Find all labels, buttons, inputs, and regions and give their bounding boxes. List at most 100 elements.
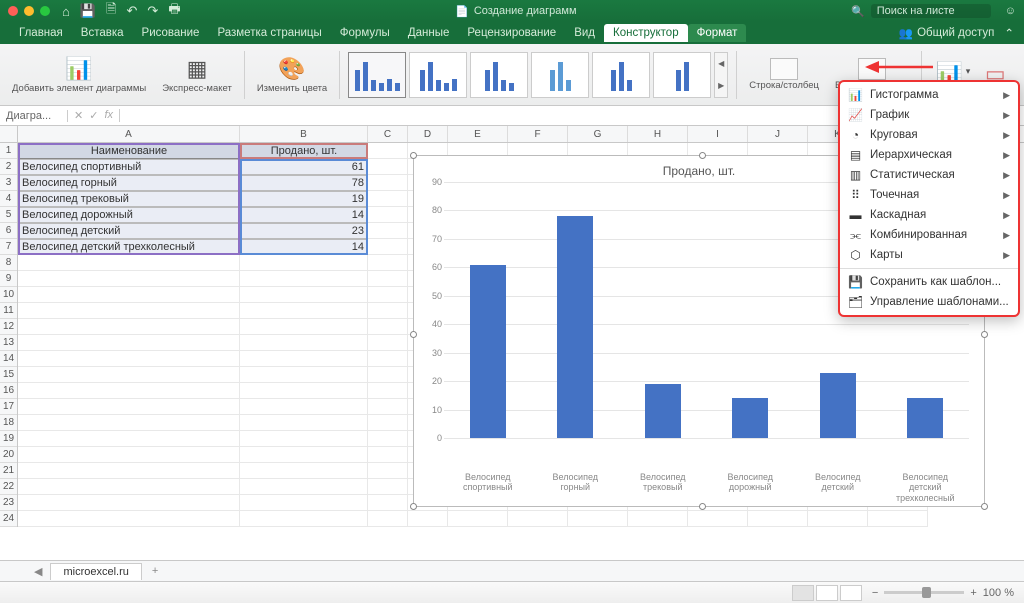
save-as-template[interactable]: 💾 Сохранить как шаблон...	[840, 272, 1018, 292]
cell-B7[interactable]: 14	[240, 239, 368, 255]
cell-B14[interactable]	[240, 351, 368, 367]
cell-B3[interactable]: 78	[240, 175, 368, 191]
chart-style-4[interactable]	[531, 52, 589, 98]
print2-icon[interactable]: 🖶	[168, 0, 180, 22]
cell-C12[interactable]	[368, 319, 408, 335]
row-header-6[interactable]: 6	[0, 223, 17, 239]
print-icon[interactable]: 🗎	[106, 0, 116, 22]
cell-A3[interactable]: Велосипед горный	[18, 175, 240, 191]
col-header-E[interactable]: E	[448, 126, 508, 142]
cell-B2[interactable]: 61	[240, 159, 368, 175]
col-header-H[interactable]: H	[628, 126, 688, 142]
view-page-break[interactable]	[840, 585, 862, 601]
resize-handle[interactable]	[410, 152, 417, 159]
col-header-F[interactable]: F	[508, 126, 568, 142]
menu-tab-Данные[interactable]: Данные	[399, 24, 459, 42]
row-header-24[interactable]: 24	[0, 511, 17, 527]
row-header-4[interactable]: 4	[0, 191, 17, 207]
chart-bar-1[interactable]	[557, 216, 593, 438]
row-header-21[interactable]: 21	[0, 463, 17, 479]
undo-icon[interactable]: ↶	[127, 3, 138, 19]
chart-type-Гистограмма[interactable]: 📊Гистограмма▶	[840, 85, 1018, 105]
style-gallery-nav[interactable]: ◀▶	[714, 52, 728, 98]
row-header-8[interactable]: 8	[0, 255, 17, 271]
col-header-G[interactable]: G	[568, 126, 628, 142]
cell-C7[interactable]	[368, 239, 408, 255]
cell-K24[interactable]	[808, 511, 868, 527]
cell-B9[interactable]	[240, 271, 368, 287]
cell-A16[interactable]	[18, 383, 240, 399]
cell-A23[interactable]	[18, 495, 240, 511]
cell-B1[interactable]: Продано, шт.	[240, 143, 368, 159]
cell-C9[interactable]	[368, 271, 408, 287]
close-window[interactable]	[8, 6, 18, 16]
cell-H24[interactable]	[628, 511, 688, 527]
maximize-window[interactable]	[40, 6, 50, 16]
redo-icon[interactable]: ↷	[147, 3, 158, 19]
menu-tab-Конструктор[interactable]: Конструктор	[604, 24, 688, 42]
cell-F24[interactable]	[508, 511, 568, 527]
cell-B5[interactable]: 14	[240, 207, 368, 223]
change-colors-button[interactable]: 🎨 Изменить цвета	[253, 55, 331, 94]
cell-A2[interactable]: Велосипед спортивный	[18, 159, 240, 175]
cell-L24[interactable]	[868, 511, 928, 527]
fx-icon[interactable]: fx	[104, 109, 113, 122]
sheet-nav-prev-icon[interactable]: ◀	[34, 565, 42, 578]
cell-B8[interactable]	[240, 255, 368, 271]
cell-C6[interactable]	[368, 223, 408, 239]
menu-tab-Формулы[interactable]: Формулы	[331, 24, 399, 42]
row-header-16[interactable]: 16	[0, 383, 17, 399]
view-page-layout[interactable]	[816, 585, 838, 601]
quick-layout-button[interactable]: ▦ Экспресс-макет	[158, 55, 236, 94]
row-header-1[interactable]: 1	[0, 143, 17, 159]
resize-handle[interactable]	[410, 331, 417, 338]
cell-E24[interactable]	[448, 511, 508, 527]
resize-handle[interactable]	[981, 331, 988, 338]
cell-C20[interactable]	[368, 447, 408, 463]
add-sheet-button[interactable]: +	[142, 563, 168, 579]
user-avatar-icon[interactable]: ☺	[1005, 5, 1016, 17]
cell-C17[interactable]	[368, 399, 408, 415]
cell-J24[interactable]	[748, 511, 808, 527]
menu-tab-Вставка[interactable]: Вставка	[72, 24, 133, 42]
menu-tab-Рисование[interactable]: Рисование	[133, 24, 209, 42]
minimize-window[interactable]	[24, 6, 34, 16]
cell-B22[interactable]	[240, 479, 368, 495]
cell-A24[interactable]	[18, 511, 240, 527]
row-header-5[interactable]: 5	[0, 207, 17, 223]
cell-A9[interactable]	[18, 271, 240, 287]
zoom-thumb[interactable]	[922, 587, 931, 598]
chart-type-График[interactable]: 📈График▶	[840, 105, 1018, 125]
chart-style-6[interactable]	[653, 52, 711, 98]
col-header-D[interactable]: D	[408, 126, 448, 142]
add-chart-element-button[interactable]: 📊 Добавить элемент диаграммы	[8, 55, 150, 94]
cell-C24[interactable]	[368, 511, 408, 527]
view-normal[interactable]	[792, 585, 814, 601]
resize-handle[interactable]	[699, 503, 706, 510]
cell-I24[interactable]	[688, 511, 748, 527]
chart-bar-0[interactable]	[470, 265, 506, 439]
cell-A18[interactable]	[18, 415, 240, 431]
cell-C2[interactable]	[368, 159, 408, 175]
chart-bar-2[interactable]	[645, 384, 681, 438]
cell-G24[interactable]	[568, 511, 628, 527]
chart-type-Круговая[interactable]: ◔Круговая▶	[840, 125, 1018, 145]
cell-B10[interactable]	[240, 287, 368, 303]
row-header-18[interactable]: 18	[0, 415, 17, 431]
home-icon[interactable]: ⌂	[62, 4, 70, 19]
resize-handle[interactable]	[410, 503, 417, 510]
col-header-C[interactable]: C	[368, 126, 408, 142]
cell-A22[interactable]	[18, 479, 240, 495]
chart-type-Статистическая[interactable]: ▥Статистическая▶	[840, 165, 1018, 185]
cell-C13[interactable]	[368, 335, 408, 351]
cancel-fx-icon[interactable]: ✕	[74, 109, 83, 122]
cell-C23[interactable]	[368, 495, 408, 511]
cell-A8[interactable]	[18, 255, 240, 271]
row-header-2[interactable]: 2	[0, 159, 17, 175]
cell-A19[interactable]	[18, 431, 240, 447]
cell-B11[interactable]	[240, 303, 368, 319]
cell-A1[interactable]: Наименование	[18, 143, 240, 159]
resize-handle[interactable]	[699, 152, 706, 159]
cell-A5[interactable]: Велосипед дорожный	[18, 207, 240, 223]
cell-A7[interactable]: Велосипед детский трехколесный	[18, 239, 240, 255]
